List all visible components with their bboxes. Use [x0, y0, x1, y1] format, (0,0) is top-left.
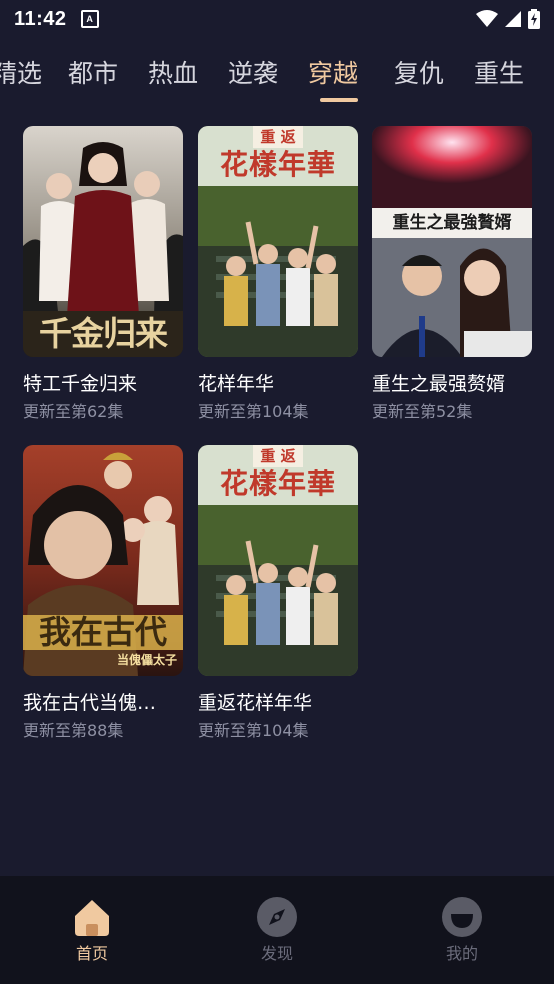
- status-icons: [476, 9, 540, 29]
- tab-chongsheng[interactable]: 重生: [474, 52, 524, 96]
- status-time: 11:42: [14, 7, 67, 30]
- drama-title: 重生之最强赘婿: [372, 373, 506, 395]
- nav-discover-label: 发现: [260, 944, 293, 963]
- drama-card[interactable]: 千金归来 特工千金归来 更新至第62集: [23, 126, 183, 423]
- cover-title-text: 千金归来: [39, 314, 168, 353]
- tab-dushi[interactable]: 都市: [68, 52, 118, 96]
- home-icon: [75, 900, 109, 936]
- tab-rexue[interactable]: 热血: [148, 52, 198, 96]
- drama-card[interactable]: 重 返 花樣年華 花样年华 更新至第104集: [198, 126, 358, 423]
- drama-episodes: 更新至第62集: [23, 402, 124, 421]
- cover-title-text: 重生之最強贅婿: [392, 213, 512, 233]
- wifi-icon: [476, 10, 498, 27]
- drama-episodes: 更新至第88集: [23, 721, 124, 740]
- tab-jingxuan[interactable]: 精选: [0, 52, 42, 96]
- drama-title: 我在古代当傀…: [23, 692, 157, 714]
- drama-title: 特工千金归来: [23, 373, 138, 395]
- drama-title: 花样年华: [198, 373, 275, 395]
- drama-cover[interactable]: 重 返 花樣年華: [198, 445, 358, 676]
- drama-episodes: 更新至第104集: [198, 402, 309, 421]
- signal-icon: [505, 11, 521, 27]
- tab-chuanyue[interactable]: 穿越: [308, 52, 358, 96]
- drama-cover[interactable]: 重 返 花樣年華: [198, 126, 358, 357]
- drama-episodes: 更新至第52集: [372, 402, 473, 421]
- nav-discover[interactable]: 发现: [237, 896, 317, 964]
- nav-home-label: 首页: [75, 944, 108, 963]
- compass-icon: [257, 897, 297, 937]
- drama-episodes: 更新至第104集: [198, 721, 309, 740]
- category-tabs: 精选 都市 热血 逆袭 穿越 复仇 重生: [0, 52, 554, 108]
- tab-fuchou[interactable]: 复仇: [394, 52, 444, 96]
- cover-title-text: 我在古代: [38, 613, 167, 651]
- active-tab-indicator: [320, 98, 358, 102]
- cover-top-text: 重 返: [260, 128, 296, 146]
- status-bar: 11:42 A: [0, 0, 554, 38]
- nav-profile-label: 我的: [445, 944, 478, 963]
- drama-cover[interactable]: 千金归来: [23, 126, 183, 357]
- drama-title: 重返花样年华: [198, 692, 313, 714]
- cover-top-text: 重 返: [260, 447, 296, 465]
- drama-card[interactable]: 重 返 花樣年華 重返花样年华 更新至第104集: [198, 445, 358, 742]
- nav-home[interactable]: 首页: [52, 896, 132, 964]
- cover-title-text: 花樣年華: [219, 148, 336, 181]
- drama-card[interactable]: 我在古代 当傀儡太子 我在古代当傀… 更新至第88集: [23, 445, 183, 742]
- cover-subtitle-text: 当傀儡太子: [116, 653, 177, 667]
- nav-profile[interactable]: 我的: [422, 896, 502, 964]
- profile-icon: [442, 897, 482, 937]
- tab-nixi[interactable]: 逆袭: [228, 52, 278, 96]
- cover-title-text: 花樣年華: [219, 467, 336, 500]
- drama-card[interactable]: 重生之最強贅婿 重生之最强赘婿 更新至第52集: [372, 126, 532, 423]
- drama-cover[interactable]: 我在古代 当傀儡太子: [23, 445, 183, 676]
- battery-icon: [528, 9, 540, 29]
- notification-app-icon: A: [80, 10, 99, 28]
- drama-cover[interactable]: 重生之最強贅婿: [372, 126, 532, 357]
- bottom-navigation: 首页 发现 我的: [0, 876, 554, 984]
